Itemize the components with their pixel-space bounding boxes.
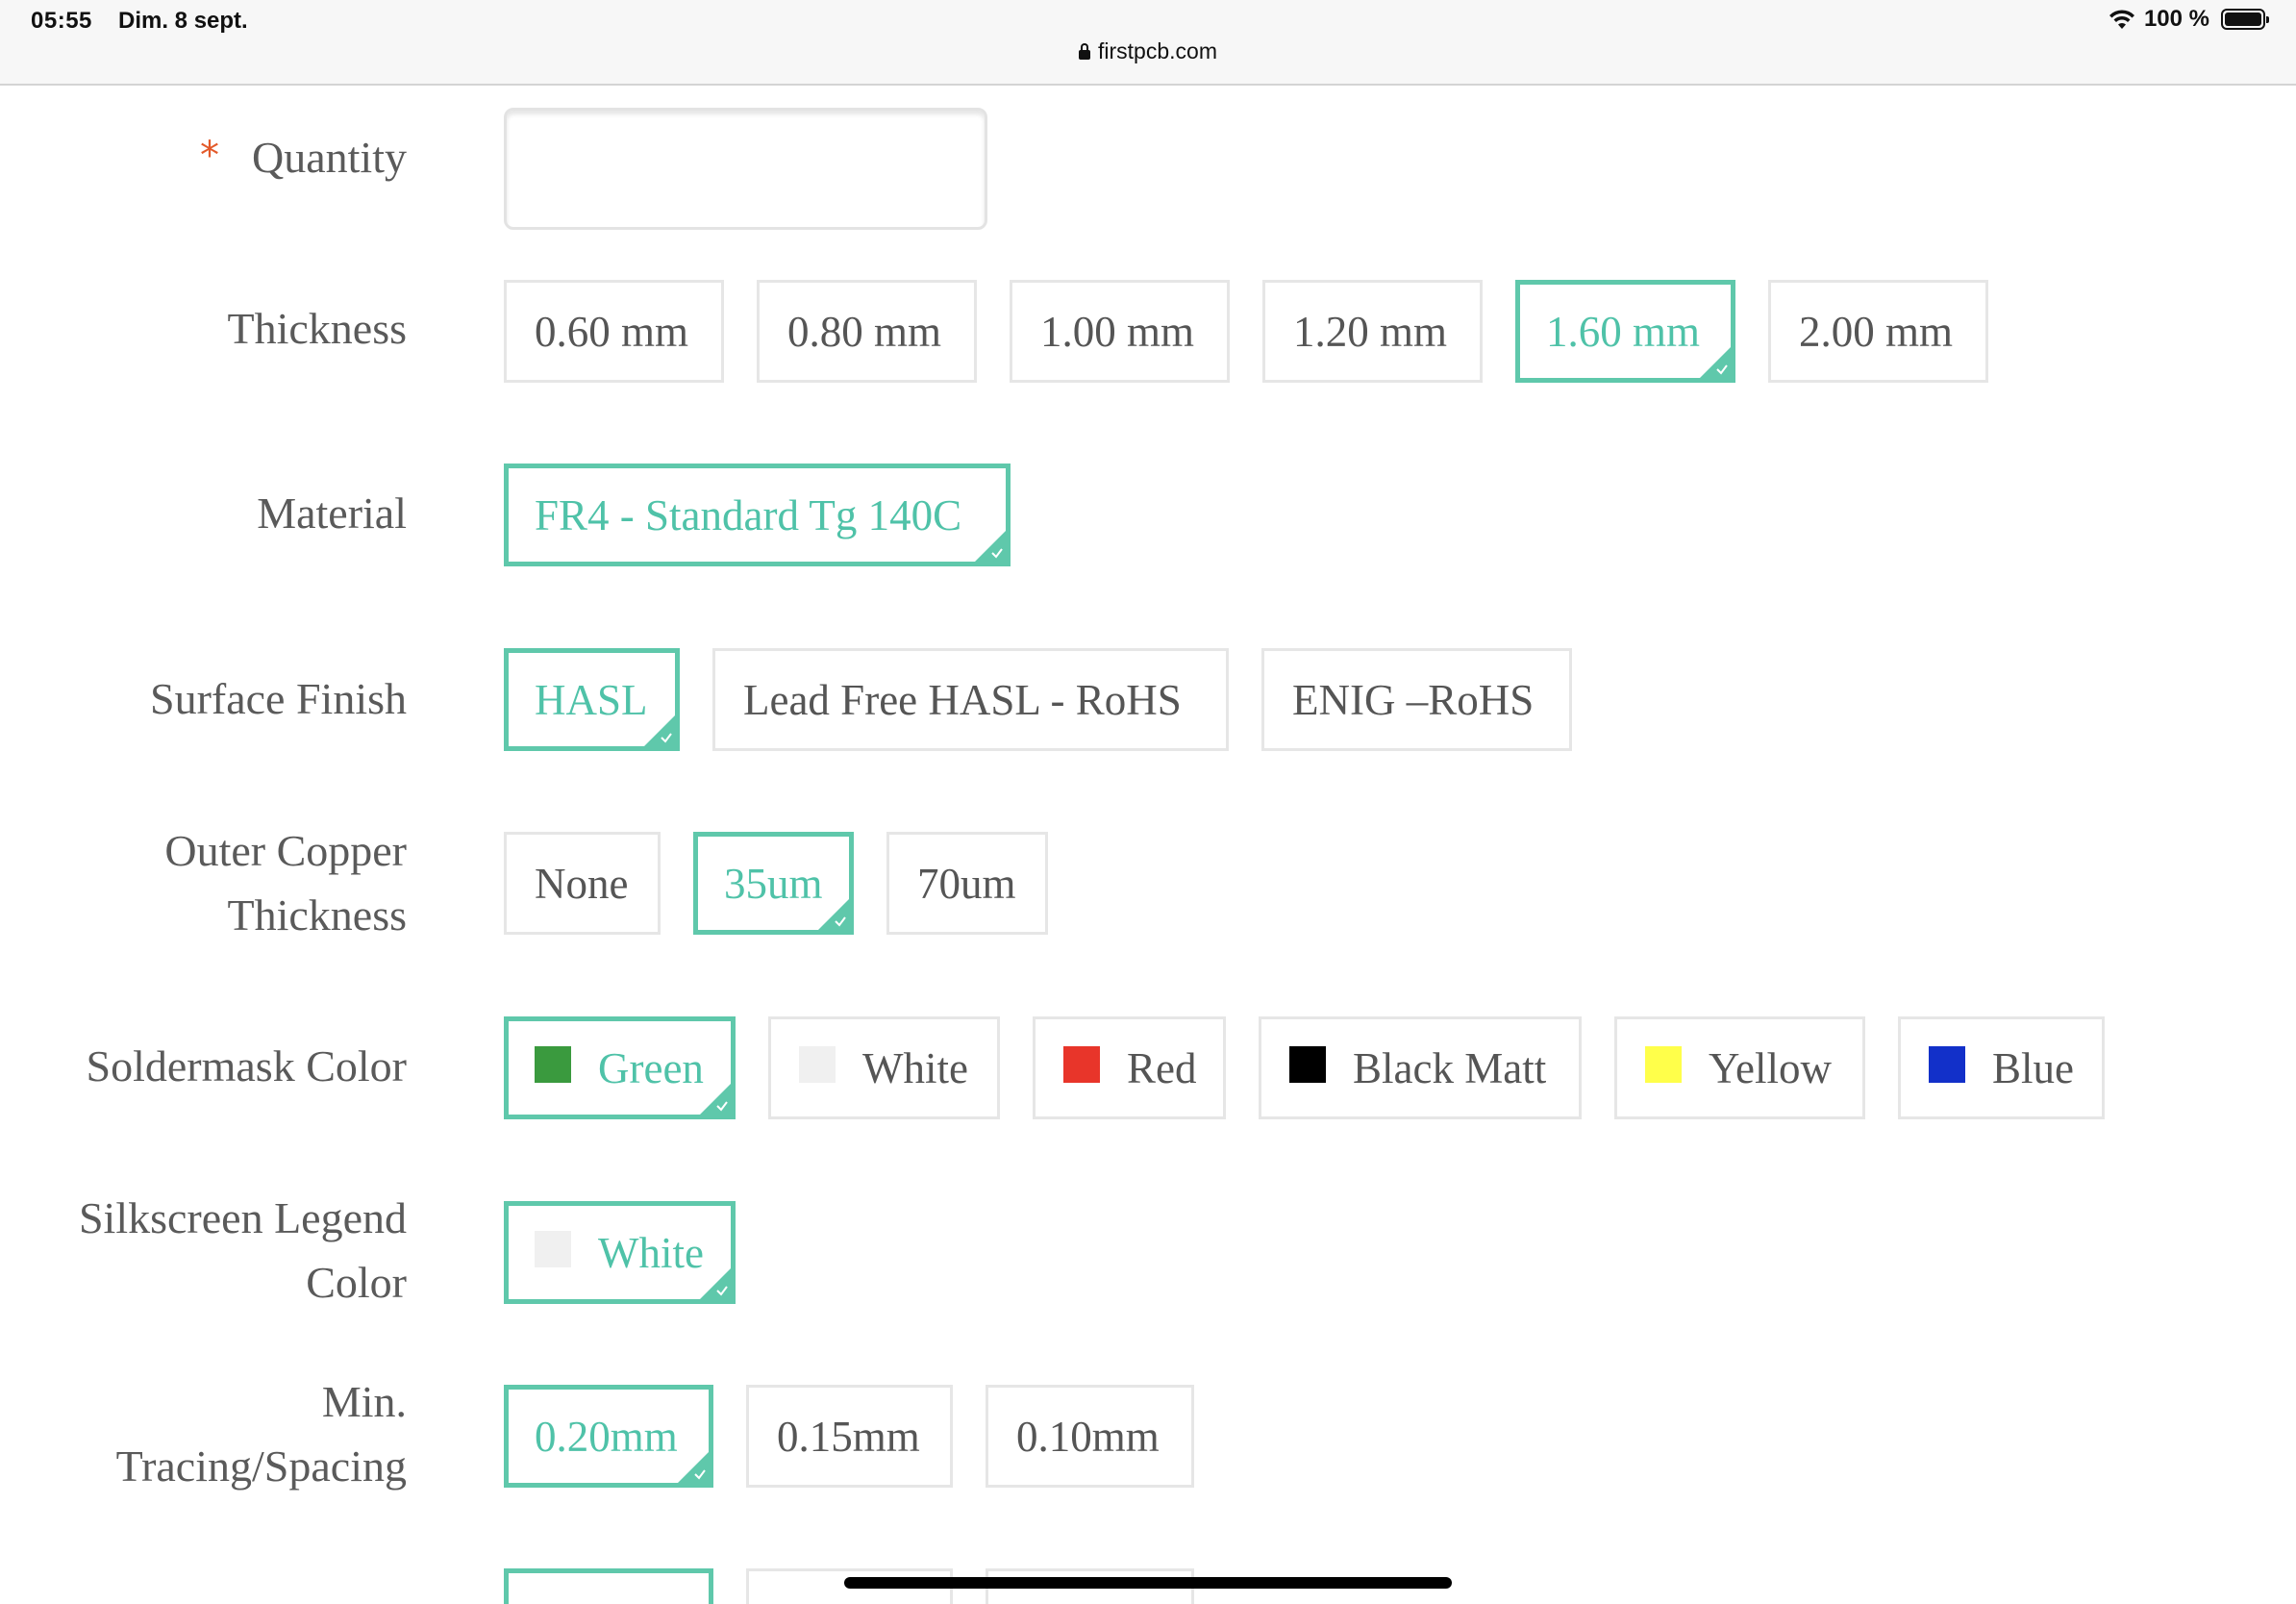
thickness-label: Thickness [227,304,407,353]
min-tracing-options: 0.20mm 0.15mm 0.10mm [504,1385,1194,1488]
min-tracing-option-selected[interactable]: 0.20mm [504,1385,713,1488]
battery-percent: 100 % [2143,6,2209,32]
material-label: Material [257,489,407,538]
battery-icon [2221,9,2269,30]
home-indicator[interactable] [844,1577,1452,1589]
status-bar: 05:55 Dim. 8 sept. 100 % firstpcb.com [0,0,2296,86]
quantity-label: * Quantity [200,133,407,182]
check-icon [835,916,846,927]
outer-copper-options: None 35um 70um [504,832,1048,935]
check-icon [716,1286,728,1296]
url-text: firstpcb.com [1098,38,1217,63]
material-option-selected[interactable]: FR4 - Standard Tg 140C [504,464,1011,566]
surface-finish-option-selected[interactable]: HASL [504,648,680,751]
thickness-option[interactable]: 1.20 mm [1262,280,1483,383]
material-options: FR4 - Standard Tg 140C [504,464,1011,566]
soldermask-option[interactable]: Black Matt [1259,1016,1582,1119]
outer-copper-option-selected[interactable]: 35um [693,832,854,935]
soldermask-option[interactable]: White [768,1016,1000,1119]
soldermask-options: Green White Red Black Matt Yellow Blue [504,1016,2105,1119]
color-swatch [1929,1045,1965,1083]
color-swatch [535,1045,571,1083]
color-swatch [799,1045,836,1083]
surface-finish-option[interactable]: Lead Free HASL - RoHS [712,648,1229,751]
quantity-input[interactable] [504,108,987,230]
color-swatch [1645,1045,1682,1083]
status-time: 05:55 [31,8,92,34]
surface-finish-option[interactable]: ENIG –RoHS [1261,648,1572,751]
thickness-options: 0.60 mm 0.80 mm 1.00 mm 1.20 mm 1.60 mm … [504,280,1988,383]
lock-icon [1079,42,1090,60]
thickness-option[interactable]: 0.80 mm [757,280,977,383]
soldermask-option[interactable]: Blue [1898,1016,2105,1119]
status-date: Dim. 8 sept. [118,8,248,34]
required-marker: * [200,134,220,178]
url-bar[interactable]: firstpcb.com [0,38,2296,64]
soldermask-option-selected[interactable]: Green [504,1016,736,1119]
soldermask-option[interactable]: Yellow [1614,1016,1865,1119]
color-swatch [1063,1045,1100,1083]
min-tracing-option[interactable]: 0.10mm [986,1385,1194,1488]
check-icon [1716,364,1728,375]
outer-copper-option[interactable]: None [504,832,661,935]
soldermask-label: Soldermask Color [86,1041,407,1090]
color-swatch [535,1230,571,1267]
silkscreen-option-selected[interactable]: White [504,1201,736,1304]
check-icon [716,1101,728,1112]
min-tracing-label: Min. Tracing/Spacing [115,1377,407,1491]
soldermask-option[interactable]: Red [1033,1016,1226,1119]
surface-finish-label: Surface Finish [149,674,407,723]
wifi-icon [2109,10,2134,29]
surface-finish-options: HASL Lead Free HASL - RoHS ENIG –RoHS [504,648,1572,751]
outer-copper-option[interactable]: 70um [886,832,1048,935]
thickness-option-selected[interactable]: 1.60 mm [1515,280,1735,383]
min-tracing-option[interactable]: 0.15mm [746,1385,953,1488]
color-swatch [1289,1045,1326,1083]
silkscreen-label: Silkscreen Legend Color [78,1193,407,1307]
thickness-option[interactable]: 0.60 mm [504,280,724,383]
thickness-option[interactable]: 1.00 mm [1010,280,1230,383]
check-icon [991,548,1003,559]
next-row-option-selected[interactable] [504,1568,713,1604]
thickness-option[interactable]: 2.00 mm [1768,280,1988,383]
outer-copper-label: Outer Copper Thickness [164,826,407,940]
silkscreen-options: White [504,1201,736,1304]
check-icon [694,1469,706,1480]
check-icon [661,733,672,743]
status-indicators: 100 % [2108,6,2269,33]
